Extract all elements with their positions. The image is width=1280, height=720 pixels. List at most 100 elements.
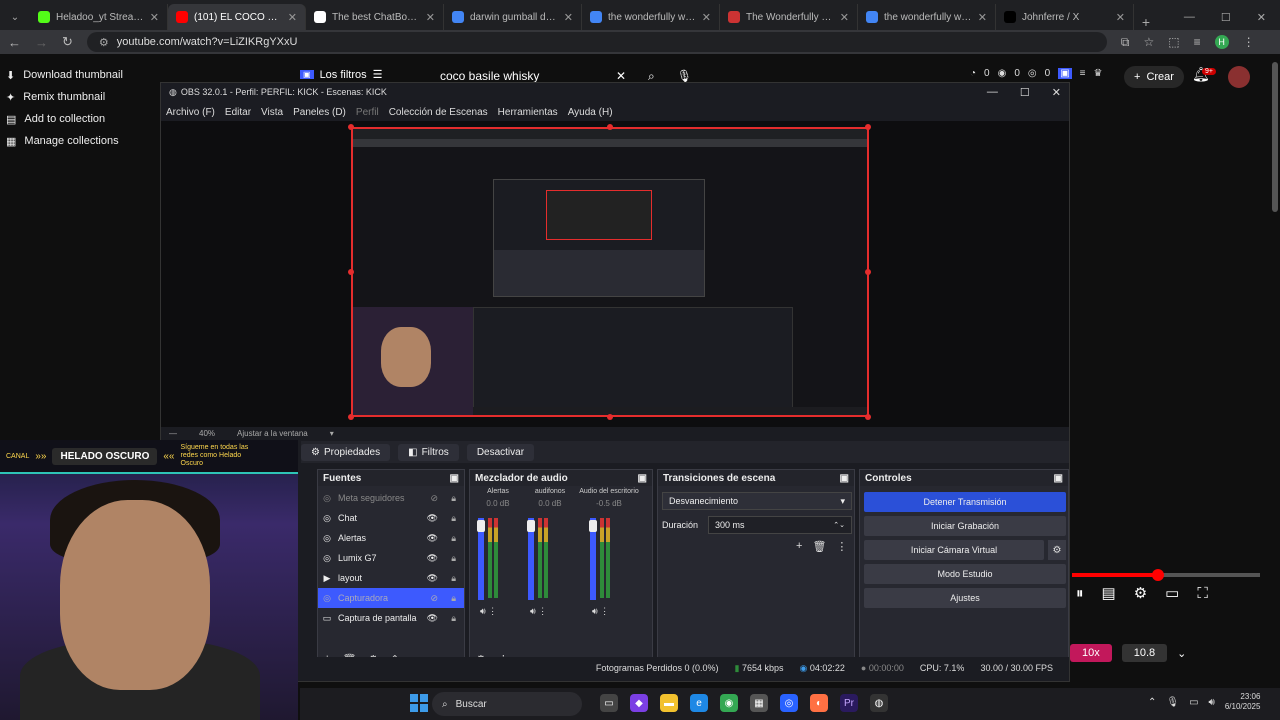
task-view-icon[interactable]: ▭: [600, 694, 618, 712]
obs-close-icon[interactable]: ✕: [1052, 86, 1061, 99]
lock-icon[interactable]: 🔒︎: [451, 513, 456, 524]
obs-maximize-icon[interactable]: ☐: [1020, 86, 1030, 99]
menu-coleccion-escenas[interactable]: Colección de Escenas: [389, 107, 488, 118]
properties-button[interactable]: ⚙ Propiedades: [301, 443, 391, 461]
menu-add-to-collection[interactable]: ▤ Add to collection: [6, 108, 156, 130]
zoom-dropdown-icon[interactable]: ▾: [330, 429, 334, 438]
volume-knob[interactable]: [477, 520, 485, 532]
back-icon[interactable]: ←: [8, 35, 21, 50]
tab-close-icon[interactable]: ✕: [978, 11, 987, 24]
tab-close-icon[interactable]: ✕: [840, 11, 849, 24]
tab-close-icon[interactable]: ✕: [426, 11, 435, 24]
reload-icon[interactable]: ↻: [62, 34, 73, 50]
firefox-icon[interactable]: ◐: [810, 694, 828, 712]
source-item[interactable]: ◎ Capturadora ⊘ 🔒︎: [318, 588, 464, 608]
obs-taskbar-icon[interactable]: ◍: [870, 694, 888, 712]
duration-spinner-icon[interactable]: ⌃⌄: [833, 521, 845, 529]
taskbar-search[interactable]: ⌕ Buscar: [432, 692, 582, 716]
trophy-icon[interactable]: ♛: [1094, 68, 1103, 79]
settings-gear-icon[interactable]: ⚙: [1134, 584, 1147, 602]
dock-undock-icon[interactable]: ▣: [1054, 473, 1063, 484]
source-item[interactable]: ◎ Lumix G7 👁︎ 🔒︎: [318, 548, 464, 568]
chrome-icon[interactable]: ◉: [720, 694, 738, 712]
lock-icon[interactable]: 🔒︎: [451, 593, 456, 604]
mute-speaker-icon[interactable]: 🔊︎ ⋮: [530, 606, 547, 617]
visibility-eye-icon[interactable]: 👁︎: [427, 513, 438, 524]
browser-tab[interactable]: the wonderfully weird wo✕: [582, 4, 720, 30]
autoplay-toggle-icon[interactable]: ⏸: [1076, 585, 1084, 602]
tab-close-icon[interactable]: ✕: [1116, 11, 1125, 24]
clock[interactable]: 23:06 6/10/2025: [1225, 692, 1261, 712]
volume-knob[interactable]: [527, 520, 535, 532]
browser-tab[interactable]: The Wonderfully Weird W✕: [720, 4, 858, 30]
file-explorer-icon[interactable]: ▬: [660, 694, 678, 712]
stop-streaming-button[interactable]: Detener Transmisión: [864, 492, 1066, 512]
obs-minimize-icon[interactable]: —: [987, 86, 998, 99]
visibility-eye-icon[interactable]: 👁︎: [427, 573, 438, 584]
browser-tab[interactable]: Heladoo_yt Stream - Wat✕: [30, 4, 168, 30]
resize-handle[interactable]: [607, 124, 613, 130]
menu-download-thumbnail[interactable]: ⬇ Download thumbnail: [6, 64, 156, 86]
resize-handle[interactable]: [865, 269, 871, 275]
minimize-icon[interactable]: —: [1184, 11, 1195, 24]
url-field[interactable]: ⚙ youtube.com/watch?v=LiZIKRgYXxU: [86, 32, 1107, 52]
video-progress-bar[interactable]: [1072, 569, 1260, 581]
tab-close-icon[interactable]: ✕: [564, 11, 573, 24]
resize-handle[interactable]: [607, 414, 613, 420]
mute-speaker-icon[interactable]: 🔊︎ ⋮: [592, 606, 609, 617]
filters-button-obs[interactable]: ◧ Filtros: [398, 443, 459, 461]
lock-icon[interactable]: 🔒︎: [451, 613, 456, 624]
studio-mode-button[interactable]: Modo Estudio: [864, 564, 1066, 584]
source-item[interactable]: ◎ Chat 👁︎ 🔒︎: [318, 508, 464, 528]
source-item[interactable]: ◎ Meta seguidores ⊘ 🔒︎: [318, 488, 464, 508]
fullscreen-icon[interactable]: ⛶: [1197, 585, 1208, 602]
extensions-icon[interactable]: ⬚: [1168, 35, 1179, 49]
source-item[interactable]: ▭ Captura de pantalla 👁︎ 🔒︎: [318, 608, 464, 628]
progress-scrubber[interactable]: [1152, 569, 1164, 581]
cast-icon[interactable]: ⧉: [1121, 35, 1130, 50]
menu-herramientas[interactable]: Herramientas: [498, 107, 558, 118]
menu-vista[interactable]: Vista: [261, 107, 283, 118]
menu-archivo[interactable]: Archivo (F): [166, 107, 215, 118]
menu-paneles[interactable]: Paneles (D): [293, 107, 346, 118]
forward-icon[interactable]: →: [35, 35, 48, 50]
resize-handle[interactable]: [865, 414, 871, 420]
dock-undock-icon[interactable]: ▣: [840, 473, 849, 484]
browser-menu-icon[interactable]: ⋮: [1243, 35, 1255, 49]
tray-chevron-icon[interactable]: ⌃: [1148, 697, 1156, 708]
extension-icon[interactable]: ▣: [1058, 68, 1072, 79]
edge-icon[interactable]: e: [690, 694, 708, 712]
volume-icon[interactable]: 🔊︎: [1209, 697, 1215, 708]
tab-close-icon[interactable]: ✕: [150, 11, 159, 24]
dock-undock-icon[interactable]: ▣: [638, 473, 647, 484]
duration-input[interactable]: 300 ms ⌃⌄: [708, 516, 852, 534]
list-icon[interactable]: ≡: [1080, 68, 1086, 79]
browser-tab[interactable]: The best ChatBot and Wi✕: [306, 4, 444, 30]
resize-handle[interactable]: [348, 414, 354, 420]
lock-icon[interactable]: 🔒︎: [451, 573, 456, 584]
menu-manage-collections[interactable]: ▦ Manage collections: [6, 130, 156, 152]
fit-to-window[interactable]: Ajustar a la ventana: [237, 429, 308, 438]
mic-icon[interactable]: 🎙: [1166, 697, 1179, 708]
resize-handle[interactable]: [348, 124, 354, 130]
windows-start-icon[interactable]: [410, 694, 428, 712]
resize-handle[interactable]: [348, 269, 354, 275]
browser-tab[interactable]: the wonderfully weird wo✕: [858, 4, 996, 30]
lock-icon[interactable]: 🔒︎: [451, 553, 456, 564]
speed-preset-button[interactable]: 10x: [1070, 644, 1112, 662]
preview-canvas-recursive-capture[interactable]: [351, 127, 869, 417]
deactivate-button[interactable]: Desactivar: [466, 443, 535, 461]
dock-undock-icon[interactable]: ▣: [450, 473, 459, 484]
visibility-eye-icon[interactable]: ⊘: [430, 593, 438, 604]
discord-icon[interactable]: ◎: [780, 694, 798, 712]
visibility-eye-icon[interactable]: 👁︎: [427, 553, 438, 564]
menu-editar[interactable]: Editar: [225, 107, 251, 118]
bookmark-star-icon[interactable]: ☆: [1143, 35, 1154, 49]
theater-mode-icon[interactable]: ▭: [1165, 584, 1179, 602]
site-info-icon[interactable]: ⚙: [99, 36, 109, 49]
visibility-eye-icon[interactable]: 👁︎: [427, 613, 438, 624]
menu-remix-thumbnail[interactable]: ✦ Remix thumbnail: [6, 86, 156, 108]
menu-ayuda[interactable]: Ayuda (H): [568, 107, 613, 118]
tab-search-icon[interactable]: ⌄: [0, 4, 30, 30]
browser-tab[interactable]: (101) EL COCO BASILE Y✕: [168, 4, 306, 30]
